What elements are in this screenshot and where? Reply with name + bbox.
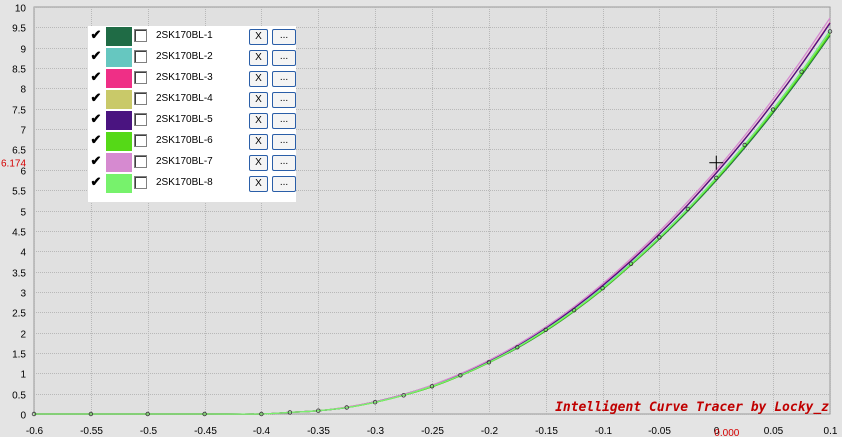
series-name: 2SK170BL-3 — [156, 72, 213, 83]
x-tick-label: -0.3 — [367, 426, 385, 437]
series-options-button[interactable]: ... — [272, 134, 296, 150]
y-tick-label: 7.5 — [12, 106, 26, 117]
y-tick-label: 1 — [20, 370, 26, 381]
legend-row: ✔ 2SK170BL-7 X... — [88, 152, 296, 173]
y-tick-label: 0.5 — [12, 391, 26, 402]
series-options-button[interactable]: ... — [272, 176, 296, 192]
remove-series-button[interactable]: X — [249, 92, 268, 108]
select-checkbox[interactable] — [134, 29, 147, 42]
visibility-checkbox[interactable]: ✔ — [90, 154, 102, 167]
remove-series-button[interactable]: X — [249, 134, 268, 150]
visibility-checkbox[interactable]: ✔ — [90, 49, 102, 62]
x-tick-label: 0.1 — [824, 426, 838, 437]
remove-series-button[interactable]: X — [249, 176, 268, 192]
series-color-swatch[interactable] — [106, 174, 132, 193]
select-checkbox[interactable] — [134, 176, 147, 189]
x-tick-label: -0.4 — [253, 426, 271, 437]
series-name: 2SK170BL-2 — [156, 51, 213, 62]
y-tick-label: 4 — [20, 248, 26, 259]
series-name: 2SK170BL-8 — [156, 177, 213, 188]
visibility-checkbox[interactable]: ✔ — [90, 91, 102, 104]
series-color-swatch[interactable] — [106, 111, 132, 130]
series-color-swatch[interactable] — [106, 132, 132, 151]
remove-series-button[interactable]: X — [249, 29, 268, 45]
legend-row: ✔ 2SK170BL-5 X... — [88, 110, 296, 131]
x-tick-label: -0.1 — [595, 426, 613, 437]
y-tick-label: 3 — [20, 289, 26, 300]
select-checkbox[interactable] — [134, 134, 147, 147]
series-color-swatch[interactable] — [106, 48, 132, 67]
legend-row: ✔ 2SK170BL-4 X... — [88, 89, 296, 110]
y-tick-label: 10 — [15, 4, 27, 15]
x-tick-label: -0.15 — [535, 426, 558, 437]
series-color-swatch[interactable] — [106, 69, 132, 88]
visibility-checkbox[interactable]: ✔ — [90, 112, 102, 125]
x-tick-label: -0.45 — [194, 426, 217, 437]
y-tick-label: 8.5 — [12, 65, 26, 76]
legend-row: ✔ 2SK170BL-1 X... — [88, 26, 296, 47]
legend-row: ✔ 2SK170BL-2 X... — [88, 47, 296, 68]
visibility-checkbox[interactable]: ✔ — [90, 175, 102, 188]
series-name: 2SK170BL-1 — [156, 30, 213, 41]
y-tick-label: 5 — [20, 208, 26, 219]
y-tick-label: 7 — [20, 126, 26, 137]
x-tick-label: -0.05 — [648, 426, 671, 437]
select-checkbox[interactable] — [134, 113, 147, 126]
x-tick-label: -0.35 — [307, 426, 330, 437]
series-name: 2SK170BL-5 — [156, 114, 213, 125]
series-name: 2SK170BL-7 — [156, 156, 213, 167]
series-options-button[interactable]: ... — [272, 155, 296, 171]
remove-series-button[interactable]: X — [249, 155, 268, 171]
x-tick-label: -0.6 — [26, 426, 44, 437]
y-tick-label: 2 — [20, 330, 26, 341]
remove-series-button[interactable]: X — [249, 50, 268, 66]
y-tick-label: 9 — [20, 45, 26, 56]
visibility-checkbox[interactable]: ✔ — [90, 28, 102, 41]
series-options-button[interactable]: ... — [272, 71, 296, 87]
series-legend: ✔ 2SK170BL-1 X... ✔ 2SK170BL-2 X... ✔ 2SK170BL-… — [88, 26, 296, 202]
visibility-checkbox[interactable]: ✔ — [90, 133, 102, 146]
series-color-swatch[interactable] — [106, 27, 132, 46]
y-tick-label: 9.5 — [12, 24, 26, 35]
x-tick-label: -0.5 — [140, 426, 158, 437]
y-tick-label: 0 — [20, 411, 26, 422]
series-options-button[interactable]: ... — [272, 29, 296, 45]
y-tick-label: 2.5 — [12, 309, 26, 320]
series-color-swatch[interactable] — [106, 153, 132, 172]
x-cursor-readout: 0.000 — [714, 428, 739, 437]
y-tick-label: 6.5 — [12, 146, 26, 157]
legend-row: ✔ 2SK170BL-3 X... — [88, 68, 296, 89]
legend-row: ✔ 2SK170BL-6 X... — [88, 131, 296, 152]
y-tick-label: 1.5 — [12, 350, 26, 361]
y-tick-label: 8 — [20, 85, 26, 96]
series-options-button[interactable]: ... — [272, 92, 296, 108]
series-options-button[interactable]: ... — [272, 50, 296, 66]
series-color-swatch[interactable] — [106, 90, 132, 109]
legend-row: ✔ 2SK170BL-8 X... — [88, 173, 296, 194]
remove-series-button[interactable]: X — [249, 71, 268, 87]
select-checkbox[interactable] — [134, 50, 147, 63]
series-name: 2SK170BL-4 — [156, 93, 213, 104]
select-checkbox[interactable] — [134, 71, 147, 84]
x-tick-label: 0.05 — [764, 426, 784, 437]
x-tick-label: -0.55 — [80, 426, 103, 437]
y-tick-label: 3.5 — [12, 269, 26, 280]
y-cursor-readout: 6.174 — [1, 159, 26, 170]
y-tick-label: 5.5 — [12, 187, 26, 198]
visibility-checkbox[interactable]: ✔ — [90, 70, 102, 83]
series-name: 2SK170BL-6 — [156, 135, 213, 146]
remove-series-button[interactable]: X — [249, 113, 268, 129]
x-tick-label: -0.25 — [421, 426, 444, 437]
select-checkbox[interactable] — [134, 92, 147, 105]
watermark-text: Intelligent Curve Tracer by Locky_z — [555, 400, 829, 415]
series-options-button[interactable]: ... — [272, 113, 296, 129]
y-tick-label: 4.5 — [12, 228, 26, 239]
x-tick-label: -0.2 — [481, 426, 499, 437]
select-checkbox[interactable] — [134, 155, 147, 168]
